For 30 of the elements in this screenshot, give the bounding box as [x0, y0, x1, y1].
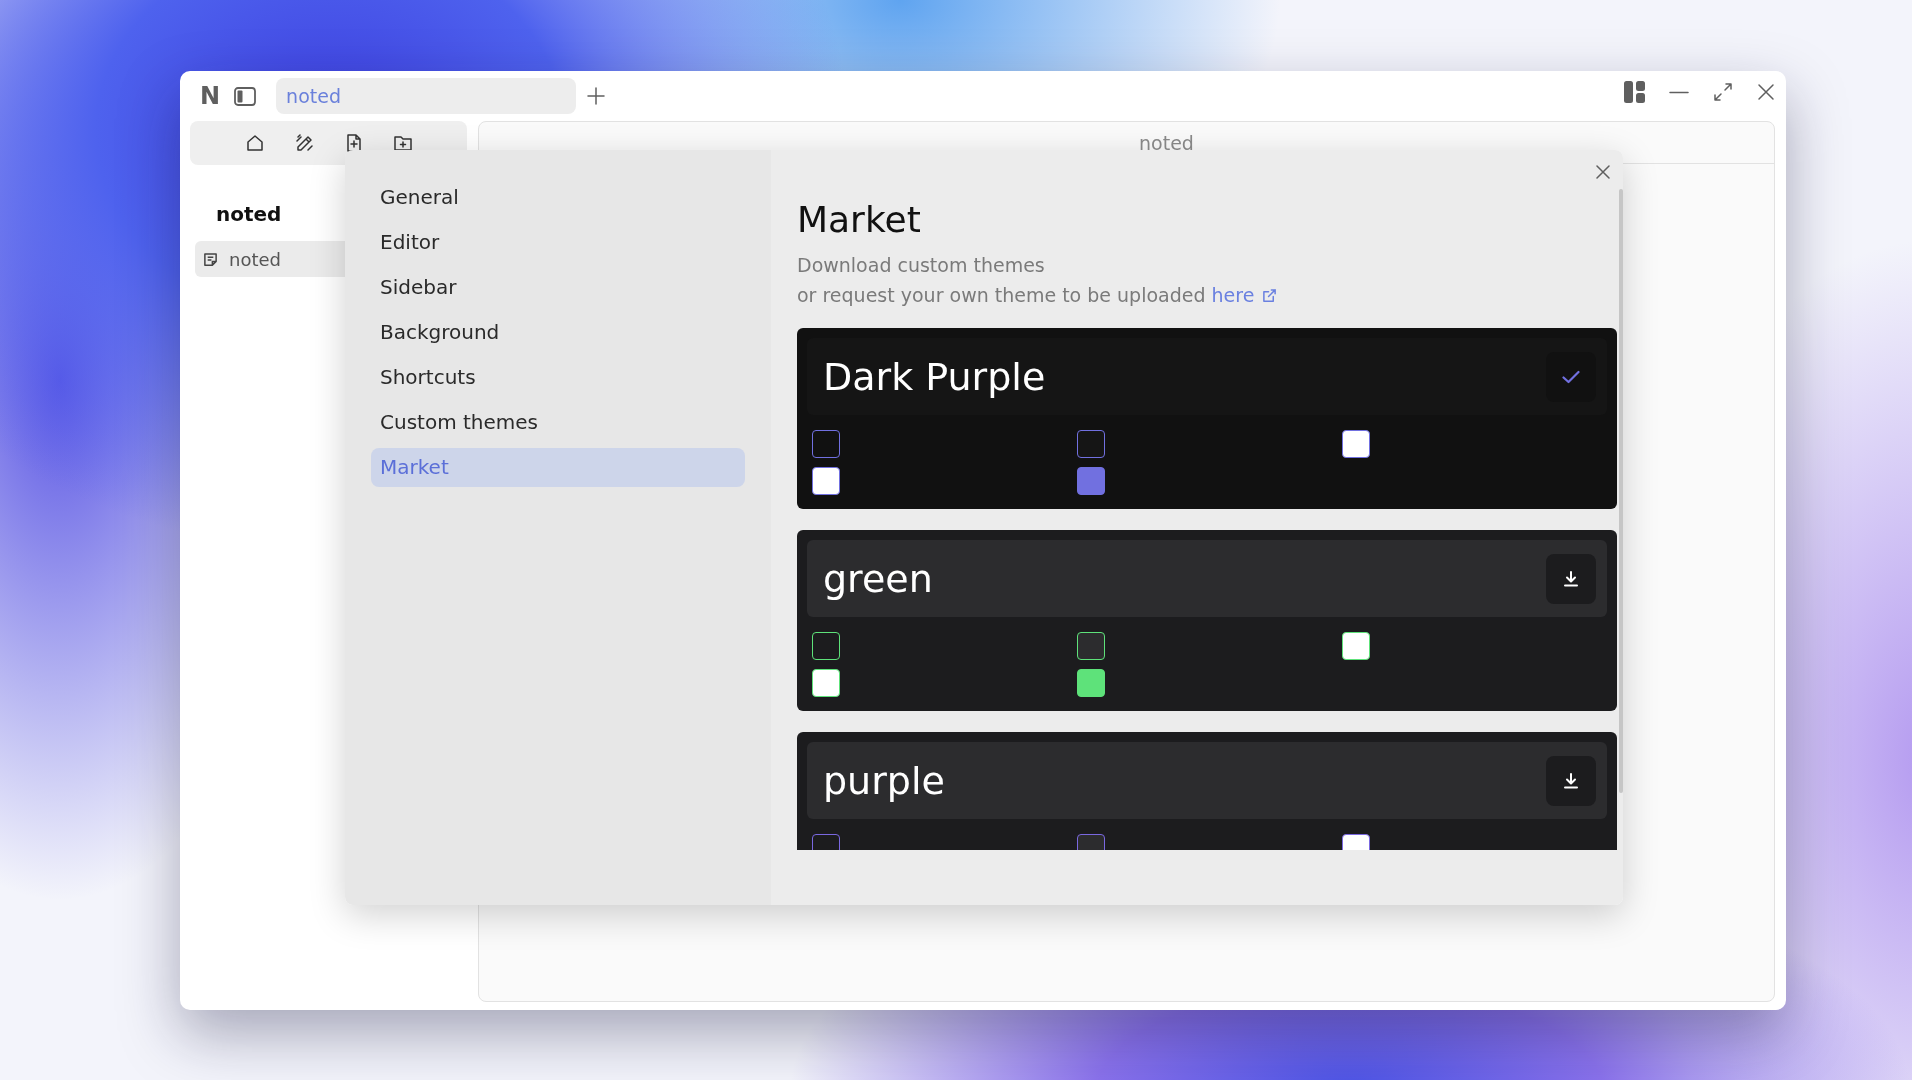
home-icon[interactable]: [245, 134, 264, 152]
request-text: or request your own theme to be uploaded here: [797, 280, 1617, 310]
settings-nav-item[interactable]: Background: [371, 313, 745, 352]
sidebar-title: noted: [216, 202, 282, 226]
page-title: Market: [797, 198, 922, 242]
theme-name: purple: [823, 758, 945, 803]
settings-nav-item[interactable]: General: [371, 178, 745, 217]
sidebar-panel-icon[interactable]: [234, 86, 257, 106]
note-icon: [203, 251, 218, 267]
theme-name: Dark Purple: [823, 354, 1046, 399]
plus-icon[interactable]: [586, 86, 607, 106]
close-icon[interactable]: [1757, 83, 1775, 101]
page-description: Download custom themes: [797, 253, 1046, 278]
app-logo: N: [200, 84, 221, 108]
editor-title: noted: [1139, 131, 1194, 154]
download-button[interactable]: [1546, 755, 1596, 806]
minimize-icon[interactable]: [1669, 90, 1689, 94]
theme-name: green: [823, 556, 933, 601]
folder-plus-icon[interactable]: [393, 135, 412, 151]
download-button[interactable]: [1546, 553, 1596, 604]
download-icon: [1563, 772, 1579, 789]
close-icon[interactable]: [1596, 165, 1610, 179]
layout-icon[interactable]: [1624, 81, 1645, 103]
maximize-icon[interactable]: [1713, 82, 1733, 102]
settings-nav-item[interactable]: Custom themes: [371, 403, 745, 442]
pencil-icon[interactable]: [295, 134, 314, 152]
settings-nav-item[interactable]: Shortcuts: [371, 358, 745, 397]
download-icon: [1563, 570, 1579, 587]
file-plus-icon[interactable]: [345, 134, 362, 152]
external-link-icon: [1262, 287, 1278, 303]
